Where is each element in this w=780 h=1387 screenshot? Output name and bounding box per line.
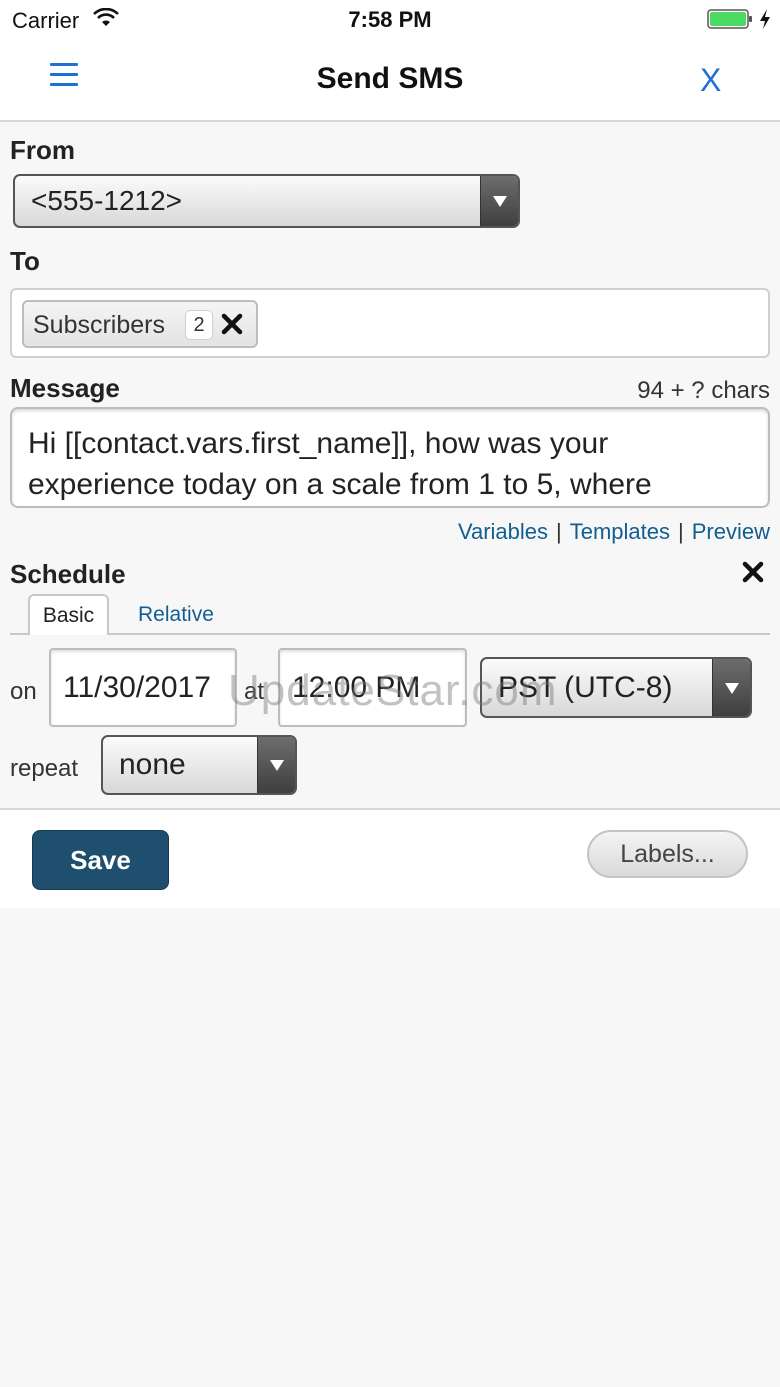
- chevron-down-icon: [712, 659, 750, 716]
- to-field[interactable]: Subscribers 2: [10, 288, 770, 358]
- action-bar: Save Labels...: [0, 808, 780, 908]
- tab-relative[interactable]: Relative: [138, 603, 214, 627]
- char-count: 94 + ? chars: [637, 377, 770, 404]
- repeat-label: repeat: [10, 755, 79, 782]
- link-separator: |: [678, 519, 684, 544]
- time-field[interactable]: 12:00 PM: [278, 648, 467, 727]
- remove-token-icon[interactable]: [220, 311, 244, 337]
- charging-icon: [760, 9, 770, 29]
- save-button[interactable]: Save: [32, 830, 169, 890]
- token-label: Subscribers: [33, 311, 165, 339]
- link-separator: |: [556, 519, 562, 544]
- chevron-down-icon: [480, 176, 518, 226]
- status-time: 7:58 PM: [348, 7, 432, 32]
- schedule-label: Schedule: [10, 559, 126, 589]
- message-links: Variables | Templates | Preview: [0, 519, 770, 545]
- timezone-select[interactable]: PST (UTC-8): [480, 657, 752, 718]
- close-button[interactable]: X: [700, 62, 721, 99]
- on-label: on: [10, 678, 37, 705]
- page-title: Send SMS: [316, 62, 464, 95]
- token-count-badge: 2: [185, 310, 213, 340]
- from-select-value: <555-1212>: [31, 185, 183, 216]
- timezone-select-value: PST (UTC-8): [498, 670, 673, 704]
- close-schedule-icon[interactable]: [741, 560, 765, 584]
- status-bar: Carrier 7:58 PM: [0, 0, 780, 40]
- tabs-divider: [10, 633, 770, 635]
- preview-link[interactable]: Preview: [692, 519, 770, 544]
- repeat-select[interactable]: none: [101, 735, 297, 795]
- labels-button[interactable]: Labels...: [587, 830, 748, 878]
- tab-basic[interactable]: Basic: [28, 594, 109, 635]
- message-textarea[interactable]: Hi [[contact.vars.first_name]], how was …: [10, 407, 770, 508]
- from-label: From: [10, 135, 75, 165]
- repeat-select-value: none: [119, 748, 186, 781]
- variables-link[interactable]: Variables: [458, 519, 548, 544]
- templates-link[interactable]: Templates: [570, 519, 670, 544]
- chevron-down-icon: [257, 737, 295, 793]
- date-field[interactable]: 11/30/2017: [49, 648, 237, 727]
- at-label: at: [244, 678, 265, 705]
- navbar: Send SMS X: [0, 40, 780, 122]
- recipient-token[interactable]: Subscribers 2: [22, 300, 258, 348]
- from-select[interactable]: <555-1212>: [13, 174, 520, 228]
- battery-icon: [707, 9, 752, 29]
- to-label: To: [10, 246, 40, 276]
